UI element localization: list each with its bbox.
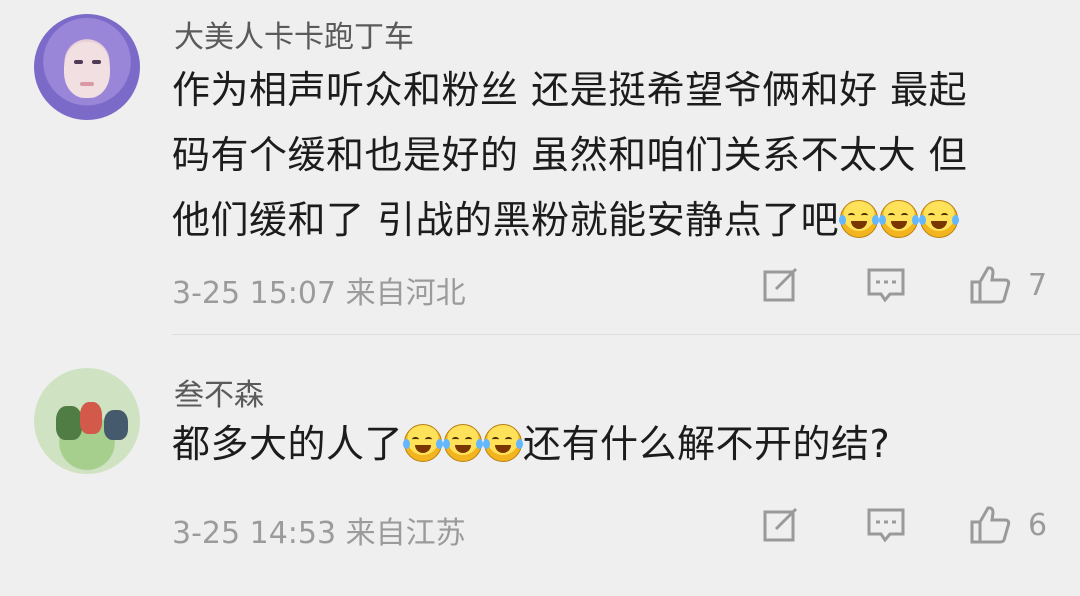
- laughing-crying-emoji: [483, 424, 524, 462]
- comment-item: 大美人卡卡跑丁车 作为相声听众和粉丝 还是挺希望爷俩和好 最起 码有个缓和也是好…: [0, 0, 1080, 340]
- comment-text-before: 都多大的人了: [172, 422, 404, 466]
- comment-text: 都多大的人了 还有什么解不开的结?: [172, 412, 1032, 477]
- edit-icon[interactable]: [762, 266, 800, 308]
- comment-text-after: 还有什么解不开的结?: [523, 422, 891, 466]
- user-avatar[interactable]: [34, 368, 140, 474]
- comment-item: 叁不森 都多大的人了 还有什么解不开的结? 3-25 14:53 来自江苏 6: [0, 340, 1080, 596]
- user-avatar[interactable]: [34, 14, 140, 120]
- avatar-character: [104, 410, 128, 440]
- thumbs-up-icon[interactable]: [968, 262, 1012, 310]
- avatar-character: [56, 406, 82, 440]
- comment-icon[interactable]: [866, 506, 906, 550]
- thumbs-up-icon[interactable]: [968, 502, 1012, 550]
- laughing-crying-emoji: [839, 200, 880, 238]
- comment-actions: 7: [0, 262, 1080, 310]
- username[interactable]: 叁不森: [174, 370, 264, 414]
- laughing-crying-emoji: [443, 424, 484, 462]
- comment-divider: [172, 334, 1080, 335]
- avatar-mouth: [80, 82, 94, 86]
- comment-actions: 6: [0, 502, 1080, 550]
- avatar-character: [80, 402, 102, 434]
- avatar-eye: [74, 60, 83, 64]
- comment-line-text: 他们缓和了 引战的黑粉就能安静点了吧: [172, 198, 840, 242]
- like-count: 6: [1028, 508, 1048, 543]
- laughing-crying-emoji: [403, 424, 444, 462]
- avatar-face: [64, 42, 110, 98]
- comment-line: 码有个缓和也是好的 虽然和咱们关系不太大 但: [172, 133, 968, 177]
- edit-icon[interactable]: [762, 506, 800, 548]
- laughing-crying-emoji: [879, 200, 920, 238]
- like-count: 7: [1028, 268, 1048, 303]
- comment-line: 作为相声听众和粉丝 还是挺希望爷俩和好 最起: [172, 68, 968, 112]
- comment-icon[interactable]: [866, 266, 906, 310]
- comment-line: 他们缓和了 引战的黑粉就能安静点了吧: [172, 188, 1032, 253]
- comment-text: 作为相声听众和粉丝 还是挺希望爷俩和好 最起 码有个缓和也是好的 虽然和咱们关系…: [172, 58, 1032, 253]
- laughing-crying-emoji: [919, 200, 960, 238]
- avatar-eye: [92, 60, 101, 64]
- username[interactable]: 大美人卡卡跑丁车: [174, 12, 414, 56]
